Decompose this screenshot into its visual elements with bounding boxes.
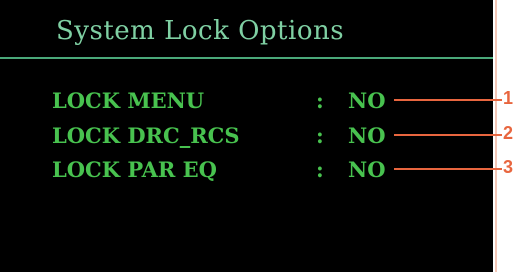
title-divider — [0, 57, 493, 59]
callout-number: 1 — [503, 88, 514, 108]
callout-leader-line — [394, 99, 502, 101]
callout-leader-line — [394, 168, 502, 170]
callout-row-2: 2 — [0, 123, 517, 151]
callout-row-3: 3 — [0, 157, 517, 185]
screen-title: System Lock Options — [56, 16, 345, 46]
callout-number: 2 — [503, 123, 514, 143]
callout-number: 3 — [503, 157, 514, 177]
page: System Lock Options LOCK MENU : NO LOCK … — [0, 0, 517, 272]
callout-leader-line — [394, 134, 502, 136]
callout-row-1: 1 — [0, 88, 517, 116]
